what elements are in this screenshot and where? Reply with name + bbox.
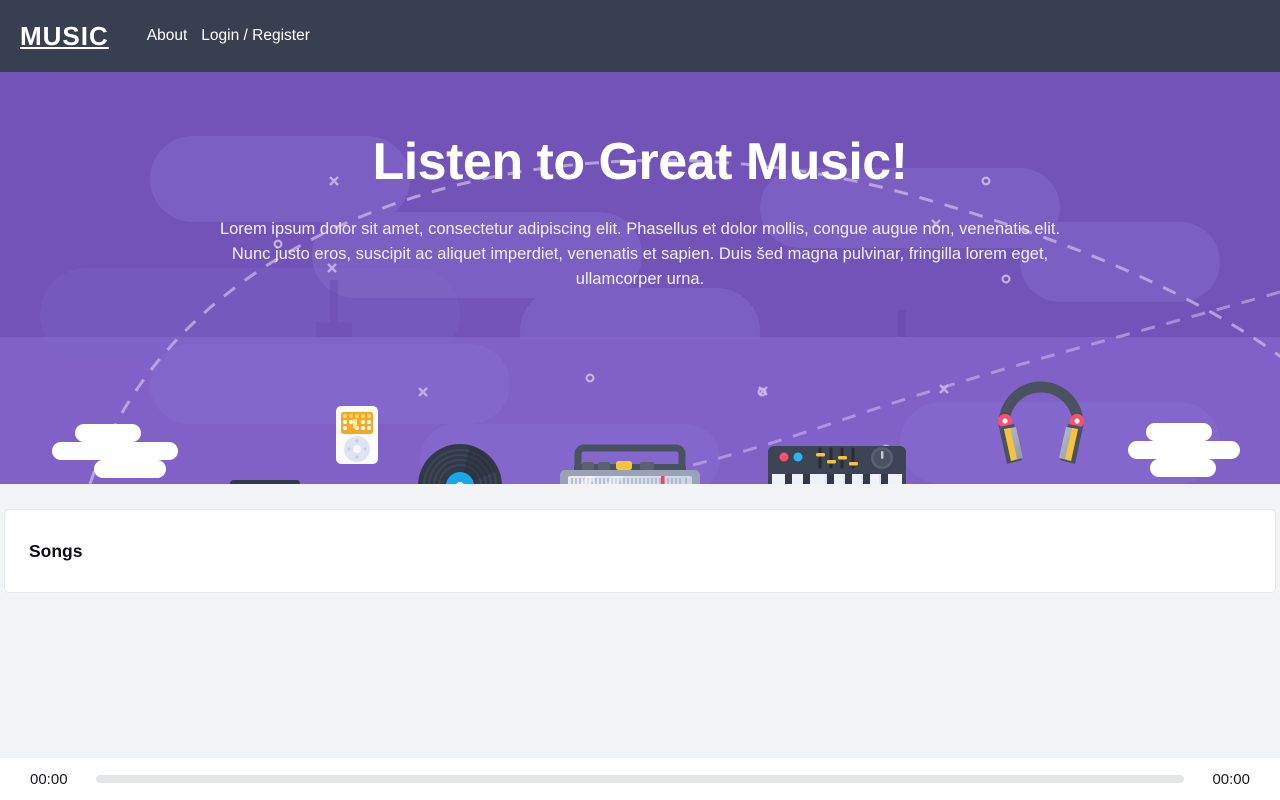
current-time-label: 00:00 <box>30 770 68 788</box>
nav-link-about[interactable]: About <box>147 28 188 44</box>
songs-card-title: Songs <box>29 540 83 561</box>
songs-card: Songs <box>4 509 1276 593</box>
seek-slider[interactable] <box>96 775 1184 783</box>
brand-logo[interactable]: MUSIC <box>20 23 109 49</box>
hero-subtitle: Lorem ipsum dolor sit amet, consectetur … <box>219 220 1061 288</box>
audio-player-bar: 00:00 00:00 <box>0 758 1280 800</box>
content-area: Songs <box>0 484 1280 593</box>
hero-content: Listen to Great Music! Lorem ipsum dolor… <box>0 72 1280 291</box>
mp3-player-icon <box>336 406 378 464</box>
navbar: MUSIC About Login / Register <box>0 0 1280 72</box>
page-title: Listen to Great Music! <box>372 133 908 191</box>
duration-label: 00:00 <box>1212 770 1250 788</box>
midi-keyboard-icon <box>768 446 906 484</box>
hero-section: Listen to Great Music! Lorem ipsum dolor… <box>0 72 1280 484</box>
nav-link-login-register[interactable]: Login / Register <box>201 28 310 44</box>
cassette-tape-icon <box>230 480 300 484</box>
